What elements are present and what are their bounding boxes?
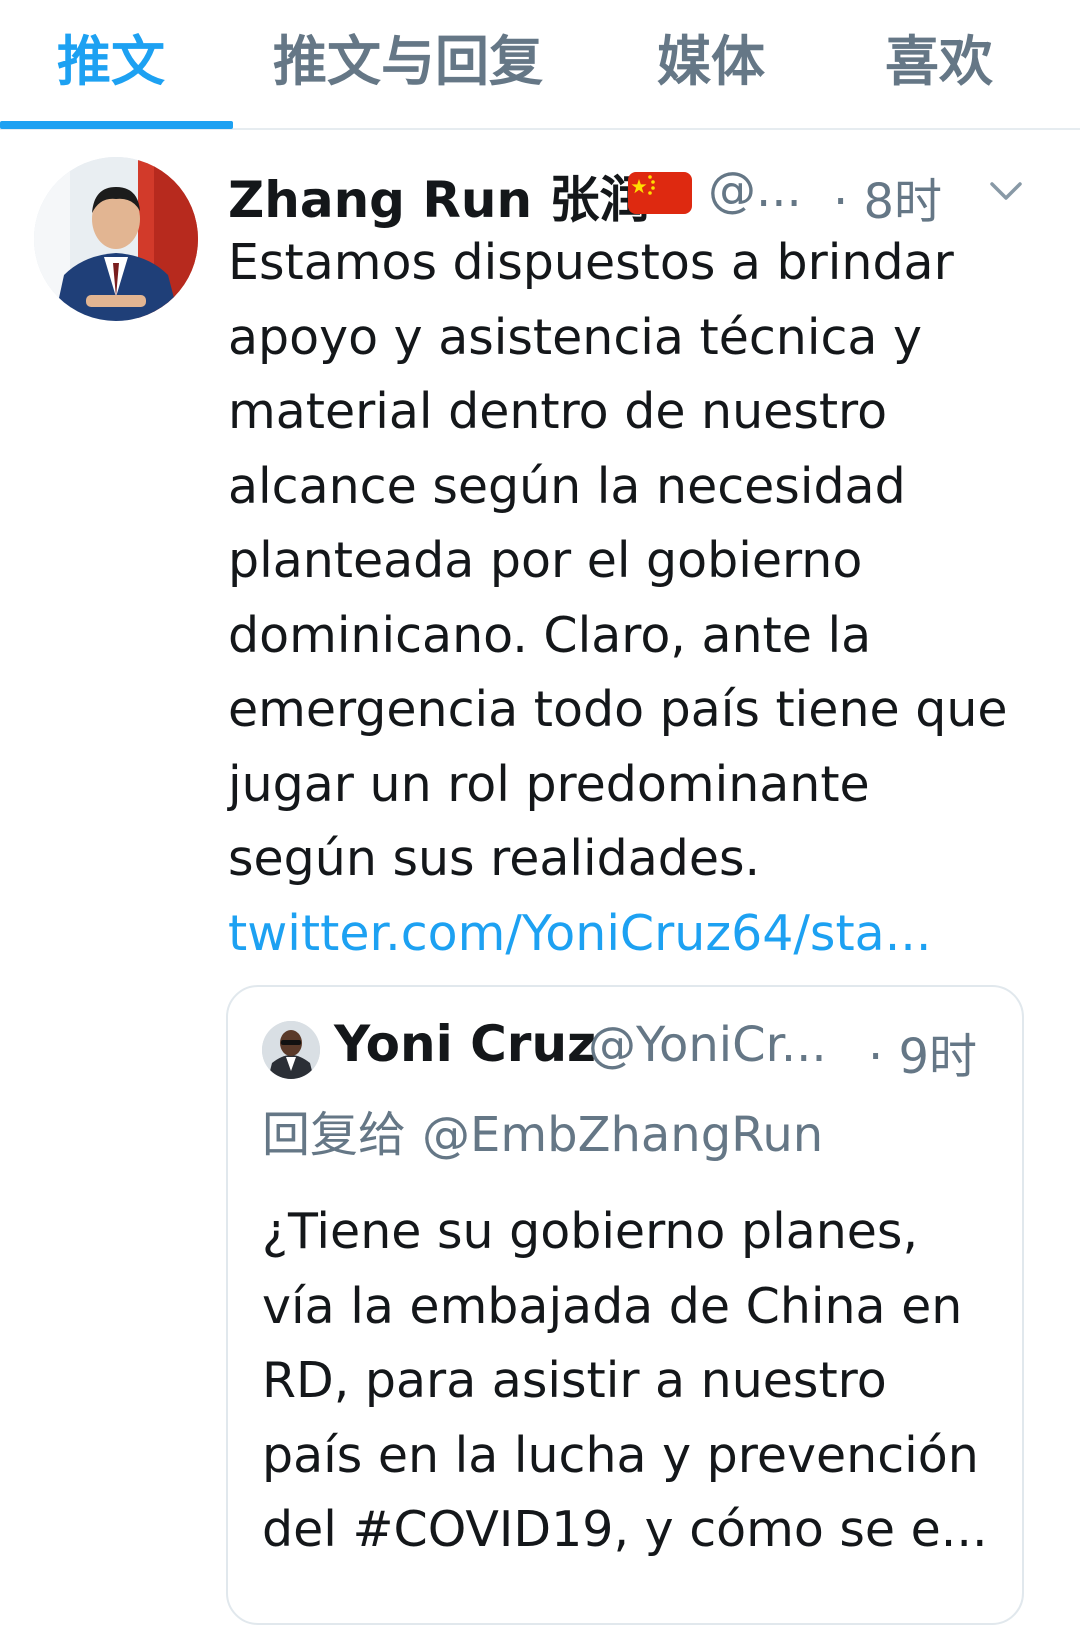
quoted-text-line: país en la lucha y prevención [262,1426,979,1484]
quoted-text-line: del #COVID19, y cómo se e... [262,1501,988,1558]
tweet-text-line: apoyo y asistencia técnica y [228,308,923,366]
active-tab-indicator [0,121,233,129]
tweet-link[interactable]: twitter.com/YoniCruz64/sta... [228,897,931,971]
reply-prefix: 回复给 [262,1107,407,1163]
tweet-text-line: según sus realidades. [228,830,761,887]
quoted-author-photo [262,1021,320,1079]
tweet-text-line: planteada por el gobierno [228,532,863,589]
tweet-timestamp[interactable]: · 8时 [833,162,942,232]
reply-context: 回复给 @EmbZhangRun [262,1095,823,1165]
author-name[interactable]: Zhang Run 张润 [228,160,649,232]
author-avatar[interactable] [34,157,198,321]
tweet-text-line: material dentro de nuestro [228,383,888,440]
quoted-tweet-timestamp: · 9时 [868,1029,978,1085]
quoted-text-line: vía la embajada de China en [262,1277,963,1335]
tab-likes[interactable]: 喜欢 [885,22,993,102]
tweet-header: Zhang Run 张润 @... · 8时 [228,156,1058,230]
chevron-down-icon[interactable] [986,176,1026,206]
tab-tweets[interactable]: 推文 [57,22,165,102]
quoted-tweet-card[interactable]: Yoni Cruz @YoniCr... · 9时 回复给 @EmbZhangRu… [226,985,1024,1625]
quoted-author-name: Yoni Cruz [334,1015,597,1073]
tweet-text-line: jugar un rol predominante [228,755,870,813]
quoted-author-avatar [262,1021,320,1079]
quoted-text-line: ¿Tiene su gobierno planes, [262,1203,919,1260]
tweet-text-line: Estamos dispuestos a brindar [228,234,954,291]
tab-tweets-and-replies[interactable]: 推文与回复 [273,22,543,102]
tweet-body: Estamos dispuestos a brindar apoyo y asi… [228,226,1048,897]
author-photo [34,157,198,321]
tweet-text-line: dominicano. Claro, ante la [228,606,872,664]
tweet-text-line: emergencia todo país tiene que [228,681,1008,738]
tab-media[interactable]: 媒体 [657,22,765,102]
reply-to-handle: @EmbZhangRun [422,1107,824,1163]
profile-tabs: 推文 推文与回复 媒体 喜欢 [0,0,1080,130]
author-handle[interactable]: @... [708,162,802,218]
quoted-tweet-body: ¿Tiene su gobierno planes, vía la embaja… [262,1195,1002,1568]
china-flag-icon [628,172,692,214]
quoted-author-handle: @YoniCr... [588,1017,827,1073]
tweet-text-line: alcance según la necesidad [228,457,906,515]
quoted-text-line: RD, para asistir a nuestro [262,1352,887,1409]
